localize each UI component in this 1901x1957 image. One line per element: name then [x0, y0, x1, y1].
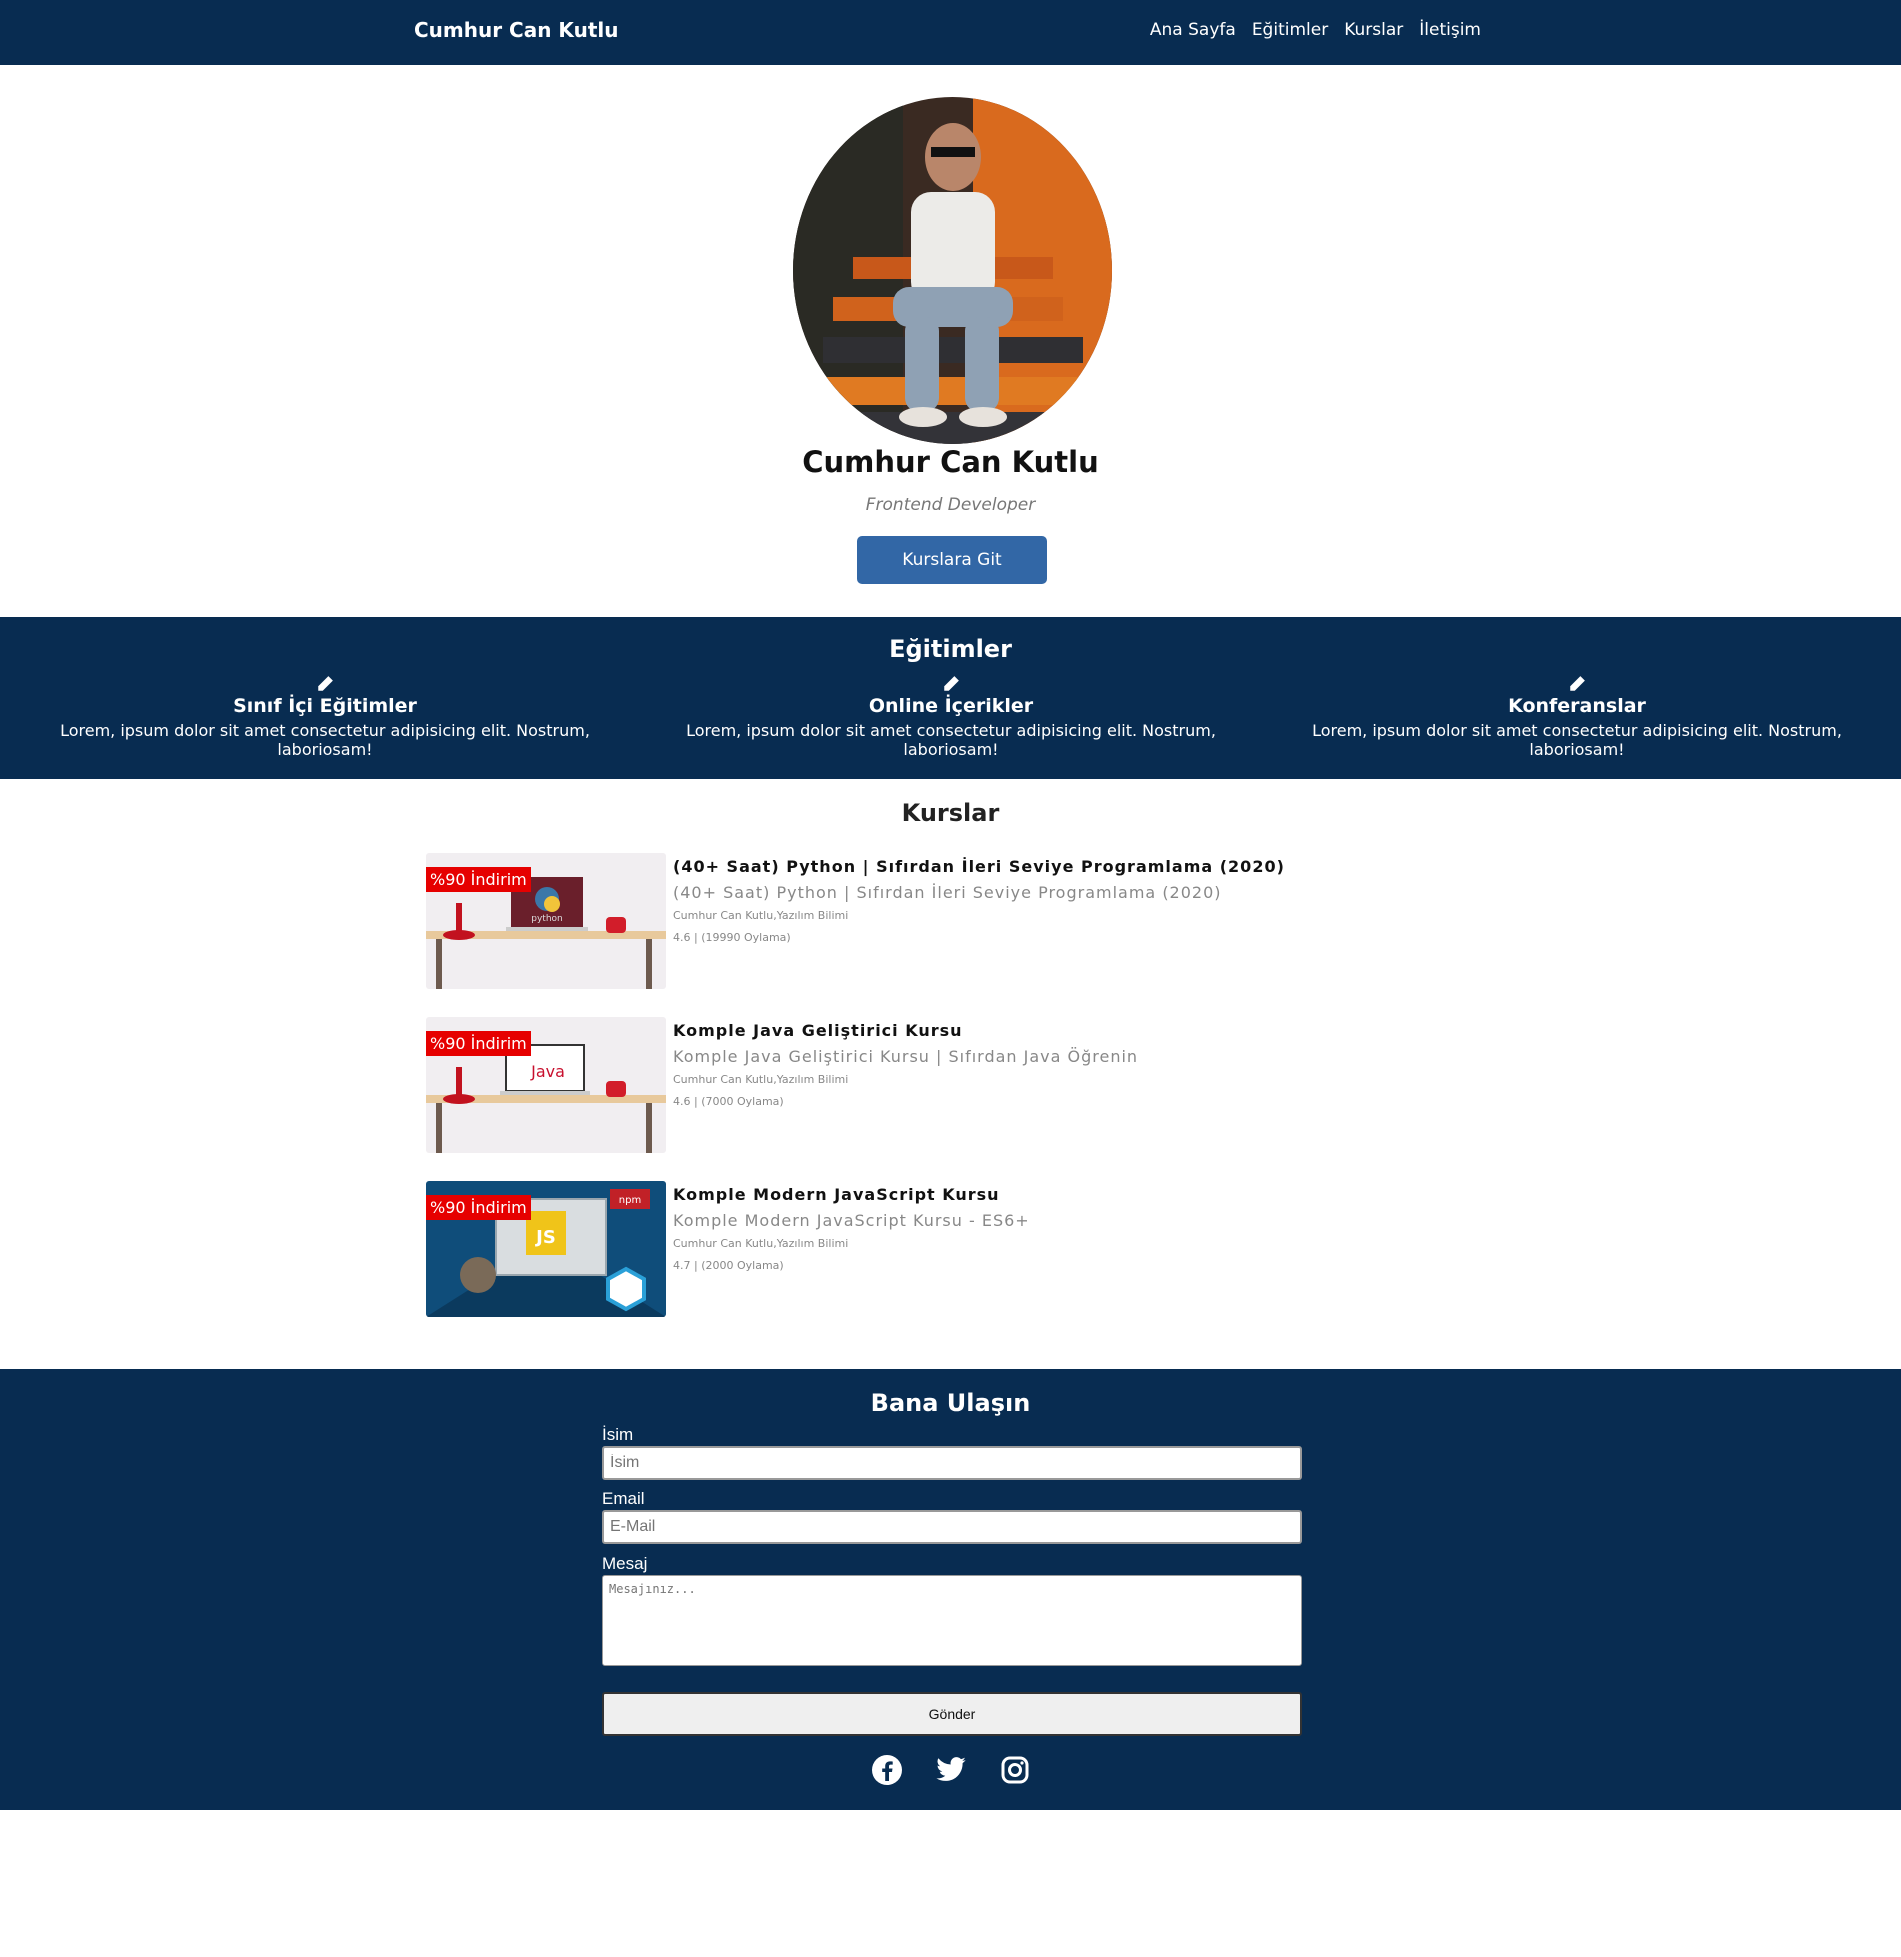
education-item-title: Online İçerikler — [868, 695, 1034, 717]
message-label: Mesaj — [602, 1554, 648, 1573]
education-item-title: Konferanslar — [1508, 695, 1646, 717]
pencil-icon — [944, 676, 959, 691]
discount-badge: %90 İndirim — [426, 1195, 531, 1220]
instagram-icon[interactable] — [999, 1754, 1031, 1786]
navbar: Cumhur Can Kutlu Ana Sayfa Eğitimler Kur… — [0, 0, 1901, 65]
contact-title: Bana Ulaşın — [870, 1389, 1031, 1417]
message-input[interactable] — [602, 1575, 1302, 1666]
course-thumb-label: JS — [534, 1227, 556, 1248]
education-item-text: Lorem, ipsum dolor sit amet consectetur … — [686, 721, 1216, 759]
hero-name: Cumhur Can Kutlu — [802, 445, 1099, 479]
course-thumbnail: Java %90 İndirim — [426, 1017, 666, 1153]
hero-section: Cumhur Can Kutlu Frontend Developer Kurs… — [0, 65, 1901, 617]
education-item-text: Lorem, ipsum dolor sit amet consectetur … — [1312, 721, 1842, 759]
go-to-courses-button[interactable]: Kurslara Git — [857, 536, 1047, 584]
course-rating: 4.6 | (7000 Oylama) — [673, 1095, 784, 1108]
course-card[interactable]: python %90 İndirim (40+ Saat) Python | S… — [426, 853, 1326, 989]
discount-badge: %90 İndirim — [426, 867, 531, 892]
pencil-icon — [1570, 676, 1585, 691]
email-label: Email — [602, 1489, 645, 1508]
courses-title: Kurslar — [901, 799, 1000, 827]
course-thumbnail: python %90 İndirim — [426, 853, 666, 989]
course-thumb-tag: npm — [619, 1195, 641, 1206]
hero-role: Frontend Developer — [865, 495, 1036, 515]
education-item: Konferanslar Lorem, ipsum dolor sit amet… — [1264, 675, 1890, 759]
education-item: Sınıf İçi Eğitimler Lorem, ipsum dolor s… — [12, 675, 638, 759]
course-thumb-label: python — [531, 914, 562, 924]
social-links — [0, 1754, 1901, 1786]
contact-section: Bana Ulaşın İsim Email Mesaj Gönder — [0, 1369, 1901, 1810]
nav-link-contact[interactable]: İletişim — [1419, 20, 1481, 40]
education-section: Eğitimler Sınıf İçi Eğitimler Lorem, ips… — [0, 617, 1901, 779]
profile-photo — [793, 97, 1112, 444]
course-card[interactable]: Java %90 İndirim Komple Java Geliştirici… — [426, 1017, 1326, 1153]
discount-badge: %90 İndirim — [426, 1031, 531, 1056]
education-item: Online İçerikler Lorem, ipsum dolor sit … — [638, 675, 1264, 759]
education-item-text: Lorem, ipsum dolor sit amet consectetur … — [60, 721, 590, 759]
nav-links: Ana Sayfa Eğitimler Kurslar İletişim — [1150, 20, 1481, 40]
education-item-title: Sınıf İçi Eğitimler — [233, 695, 417, 717]
pencil-icon — [318, 676, 333, 691]
course-subtitle: Komple Modern JavaScript Kursu - ES6+ — [673, 1211, 1030, 1230]
twitter-icon[interactable] — [935, 1754, 967, 1786]
course-title[interactable]: Komple Modern JavaScript Kursu — [673, 1185, 1000, 1204]
facebook-icon[interactable] — [871, 1754, 903, 1786]
course-author: Cumhur Can Kutlu,Yazılım Bilimi — [673, 909, 849, 922]
name-input[interactable] — [602, 1446, 1302, 1480]
course-title[interactable]: Komple Java Geliştirici Kursu — [673, 1021, 963, 1040]
name-label: İsim — [602, 1425, 634, 1444]
course-author: Cumhur Can Kutlu,Yazılım Bilimi — [673, 1073, 849, 1086]
education-title: Eğitimler — [889, 635, 1012, 663]
course-thumbnail: JS npm %90 İndirim — [426, 1181, 666, 1317]
courses-section: Kurslar python %90 İndirim (40+ Saat) Py… — [0, 779, 1901, 1369]
course-subtitle: (40+ Saat) Python | Sıfırdan İleri Seviy… — [673, 883, 1222, 902]
nav-link-courses[interactable]: Kurslar — [1344, 20, 1403, 40]
send-button[interactable]: Gönder — [602, 1692, 1302, 1736]
course-author: Cumhur Can Kutlu,Yazılım Bilimi — [673, 1237, 849, 1250]
nav-link-education[interactable]: Eğitimler — [1252, 20, 1328, 40]
course-rating: 4.6 | (19990 Oylama) — [673, 931, 791, 944]
nav-link-home[interactable]: Ana Sayfa — [1150, 20, 1236, 40]
course-rating: 4.7 | (2000 Oylama) — [673, 1259, 784, 1272]
course-subtitle: Komple Java Geliştirici Kursu | Sıfırdan… — [673, 1047, 1139, 1066]
course-card[interactable]: JS npm %90 İndirim Komple Modern JavaScr… — [426, 1181, 1326, 1317]
email-input[interactable] — [602, 1510, 1302, 1544]
course-title[interactable]: (40+ Saat) Python | Sıfırdan İleri Seviy… — [673, 857, 1285, 876]
course-thumb-label: Java — [530, 1062, 565, 1081]
brand-logo[interactable]: Cumhur Can Kutlu — [414, 18, 618, 42]
